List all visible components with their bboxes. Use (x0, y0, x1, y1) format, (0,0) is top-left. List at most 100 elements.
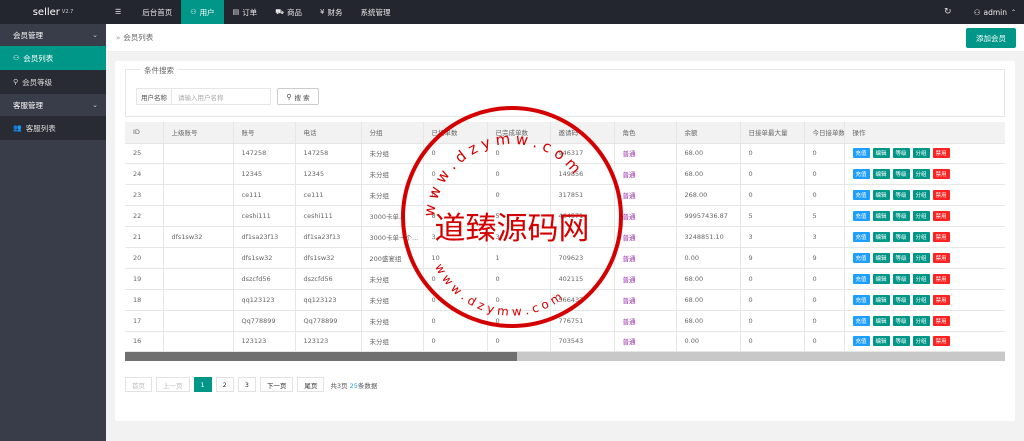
table-cell: 普通 (614, 226, 677, 248)
table-cell: 3 (804, 226, 845, 248)
recharge-button[interactable]: 充值 (852, 232, 870, 242)
table-cell: 0 (740, 268, 805, 290)
edit-button[interactable]: 编辑 (872, 190, 890, 201)
page-3[interactable]: 3 (237, 377, 256, 392)
group-button[interactable]: 分组 (912, 190, 930, 201)
sidebar-item-member-list[interactable]: ⚇ 会员列表 (0, 46, 106, 70)
group-button[interactable]: 分组 (912, 211, 930, 222)
sidebar-group-service[interactable]: 客服管理 ⌄ (0, 94, 106, 116)
top-nav-users[interactable]: ⚇ 用户 (181, 0, 224, 24)
edit-button[interactable]: 编辑 (872, 273, 890, 284)
page-last[interactable]: 尾页 (297, 377, 325, 392)
table-cell: 566437 (550, 289, 615, 311)
table-cell: 普通 (614, 247, 677, 269)
user-menu[interactable]: ⚇ admin ⌃ (960, 8, 1024, 17)
top-nav-orders[interactable]: ▤ 订单 (224, 0, 267, 24)
table-cell: 10 (423, 247, 488, 269)
disable-button[interactable]: 禁用 (932, 336, 950, 347)
level-button[interactable]: 等级 (892, 252, 910, 263)
top-right: ↻ ⚇ admin ⌃ (936, 0, 1024, 24)
page-1[interactable]: 1 (193, 377, 212, 392)
recharge-button[interactable]: 充值 (852, 252, 870, 263)
scrollbar-thumb[interactable] (125, 352, 517, 361)
filter-legend: 条件搜索 (140, 65, 178, 76)
edit-button[interactable]: 编辑 (872, 294, 890, 305)
recharge-button[interactable]: 充值 (852, 148, 870, 159)
username-label: 用户名称 (136, 88, 172, 105)
table-cell: 68.00 (676, 268, 741, 290)
level-button[interactable]: 等级 (892, 148, 910, 159)
level-button[interactable]: 等级 (892, 336, 910, 347)
group-button[interactable]: 分组 (912, 273, 930, 284)
table-cell: 0 (423, 163, 488, 186)
group-button[interactable]: 分组 (912, 252, 930, 263)
edit-button[interactable]: 编辑 (872, 148, 890, 159)
edit-button[interactable]: 编辑 (872, 169, 890, 180)
level-button[interactable]: 等级 (892, 211, 910, 222)
page-next[interactable]: 下一页 (259, 377, 294, 392)
page-info-prefix: 共3页 (330, 381, 348, 390)
recharge-button[interactable]: 充值 (852, 315, 870, 326)
search-button[interactable]: ⚲ 搜 索 (277, 88, 319, 105)
group-button[interactable]: 分组 (912, 294, 930, 305)
level-button[interactable]: 等级 (892, 232, 910, 242)
disable-button[interactable]: 禁用 (932, 294, 950, 305)
disable-button[interactable]: 禁用 (932, 232, 950, 242)
recharge-button[interactable]: 充值 (852, 294, 870, 305)
disable-button[interactable]: 禁用 (932, 190, 950, 201)
edit-button[interactable]: 编辑 (872, 232, 890, 242)
disable-button[interactable]: 禁用 (932, 252, 950, 263)
page-first[interactable]: 首页 (125, 377, 152, 392)
table-row: 22 ceshi111 ceshi111 3000卡单... 8 5 464571 普通 999… (125, 205, 1005, 228)
row-actions-group: 充值 编辑 等级 分组 禁用 (852, 232, 1005, 242)
recharge-button[interactable]: 充值 (852, 169, 870, 180)
refresh-icon[interactable]: ↻ (936, 7, 960, 17)
menu-toggle-button[interactable]: ☰ (106, 0, 133, 24)
edit-button[interactable]: 编辑 (872, 315, 890, 326)
page-2[interactable]: 2 (215, 377, 234, 392)
table-cell: 68.00 (676, 310, 741, 332)
top-nav-finance[interactable]: ¥ 财务 (311, 0, 351, 24)
table-cell (163, 247, 234, 269)
recharge-button[interactable]: 充值 (852, 211, 870, 222)
sidebar-group-members[interactable]: 会员管理 ⌄ (0, 24, 106, 46)
level-button[interactable]: 等级 (892, 169, 910, 180)
search-button-label: 搜 索 (294, 93, 310, 102)
row-actions: 充值 编辑 等级 分组 禁用 (844, 226, 1005, 248)
sidebar-item-member-level[interactable]: ⚲ 会员等级 (0, 70, 106, 94)
page-prev[interactable]: 上一页 (156, 377, 190, 392)
disable-button[interactable]: 禁用 (932, 315, 950, 326)
edit-button[interactable]: 编辑 (872, 211, 890, 222)
edit-button[interactable]: 编辑 (872, 336, 890, 347)
row-actions-group: 充值 编辑 等级 分组 禁用 (852, 190, 1005, 201)
level-button[interactable]: 等级 (892, 190, 910, 201)
app-logo[interactable]: seller V2.7 (0, 0, 106, 24)
disable-button[interactable]: 禁用 (932, 211, 950, 222)
level-button[interactable]: 等级 (892, 315, 910, 326)
username-search-input[interactable]: 请输入用户名称 (172, 88, 271, 105)
top-nav-system[interactable]: 系统管理 (351, 0, 399, 24)
sidebar-item-service-list[interactable]: 👥 客服列表 (0, 116, 106, 140)
group-button[interactable]: 分组 (912, 148, 930, 159)
table-cell: 0 (487, 331, 551, 353)
table-cell: 未分组 (361, 184, 424, 207)
recharge-button[interactable]: 充值 (852, 273, 870, 284)
horizontal-scrollbar[interactable] (125, 352, 1005, 361)
page-info-suffix: 条数据 (357, 381, 378, 390)
add-member-button[interactable]: 添加会员 (966, 28, 1016, 48)
level-button[interactable]: 等级 (892, 273, 910, 284)
disable-button[interactable]: 禁用 (932, 148, 950, 159)
top-nav-home[interactable]: 后台首页 (133, 0, 181, 24)
recharge-button[interactable]: 充值 (852, 336, 870, 347)
group-button[interactable]: 分组 (912, 336, 930, 347)
sidebar-item-label: 客服列表 (25, 123, 56, 133)
group-button[interactable]: 分组 (912, 232, 930, 242)
edit-button[interactable]: 编辑 (872, 252, 890, 263)
disable-button[interactable]: 禁用 (932, 273, 950, 284)
disable-button[interactable]: 禁用 (932, 169, 950, 180)
group-button[interactable]: 分组 (912, 169, 930, 180)
top-nav-products[interactable]: ⛟ 商品 (266, 0, 311, 24)
recharge-button[interactable]: 充值 (852, 190, 870, 201)
level-button[interactable]: 等级 (892, 294, 910, 305)
group-button[interactable]: 分组 (912, 315, 930, 326)
